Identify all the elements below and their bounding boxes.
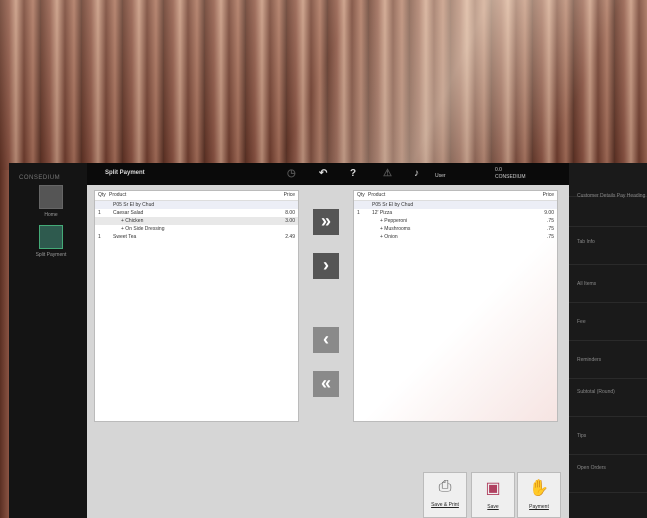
- line-product: + Chicken: [121, 218, 144, 224]
- line-price: .75: [547, 226, 554, 232]
- header-price: Price: [542, 192, 554, 198]
- order-line-row[interactable]: 1 Sweet Tea 2.49: [95, 233, 298, 241]
- line-qty: 1: [98, 234, 101, 240]
- order-line-row[interactable]: + Onion .75: [354, 233, 557, 241]
- target-order-panel: Qty Product Price P05 Sr El by Chud 1 12' …: [353, 190, 558, 422]
- order-line-row[interactable]: + Pepperoni .75: [354, 217, 557, 225]
- order-line-row[interactable]: P05 Sr El by Chud: [95, 201, 298, 209]
- chevron-right-icon: ›: [323, 255, 329, 275]
- order-line-row[interactable]: + Chicken 3.00: [95, 217, 298, 225]
- line-product: + Onion: [380, 234, 398, 240]
- line-price: 3.00: [285, 218, 295, 224]
- source-order-list: P05 Sr El by Chud 1 Caesar Salad 8.00 + Chic…: [95, 201, 298, 241]
- line-product: Sweet Tea: [113, 234, 137, 240]
- line-product: Caesar Salad: [113, 210, 144, 216]
- source-order-panel: Qty Product Price P05 Sr El by Chud 1 Caes…: [94, 190, 299, 422]
- line-price: 2.49: [285, 234, 295, 240]
- order-line-row[interactable]: + On Side Dressing: [95, 225, 298, 233]
- order-line-row[interactable]: 1 Caesar Salad 8.00: [95, 209, 298, 217]
- nav-item-split-payment[interactable]: Split Payment: [31, 225, 71, 258]
- line-price: .75: [547, 234, 554, 240]
- double-chevron-right-icon: »: [320, 211, 331, 231]
- sidebar-item-open-orders[interactable]: Open Orders: [569, 459, 647, 493]
- order-line-row[interactable]: P05 Sr El by Chud: [354, 201, 557, 209]
- split-payment-icon: [39, 225, 63, 249]
- line-product: P05 Sr El by Chud: [113, 202, 155, 208]
- left-nav: CONSEDIUM Home Split Payment: [9, 163, 87, 518]
- move-one-left-button[interactable]: ‹: [313, 327, 339, 353]
- app-window: CONSEDIUM Home Split Payment Split Payme…: [9, 163, 647, 518]
- line-qty: 1: [357, 210, 360, 216]
- header-product: Product: [368, 192, 386, 198]
- right-sidebar: Customer Details Pay Heading Tab Info Al…: [569, 163, 647, 518]
- line-product: + Mushrooms: [380, 226, 411, 232]
- line-qty: 1: [98, 210, 101, 216]
- line-product: 12' Pizza: [372, 210, 393, 216]
- chevron-left-icon: ‹: [323, 329, 329, 349]
- nav-label: Home: [44, 212, 58, 218]
- line-product: + On Side Dressing: [121, 226, 165, 232]
- payment-icon: ✋: [529, 480, 549, 497]
- background-overlay: [0, 0, 647, 170]
- undo-icon[interactable]: ↶: [319, 168, 327, 179]
- user-label[interactable]: User: [435, 173, 446, 179]
- sidebar-item-tips[interactable]: Tips: [569, 421, 647, 455]
- sidebar-item-reminders[interactable]: Reminders: [569, 347, 647, 379]
- move-all-left-button[interactable]: «: [313, 371, 339, 397]
- header-qty: Qty: [98, 192, 106, 198]
- payment-button[interactable]: ✋ Payment: [517, 472, 561, 518]
- sidebar-item-tab-info[interactable]: Tab Info: [569, 233, 647, 265]
- move-one-right-button[interactable]: ›: [313, 253, 339, 279]
- status-line2: CONSEDIUM: [495, 174, 526, 180]
- save-button[interactable]: ▣ Save: [471, 472, 515, 518]
- line-product: + Pepperoni: [380, 218, 408, 224]
- print-icon: ⎙: [438, 478, 452, 495]
- target-order-list: P05 Sr El by Chud 1 12' Pizza 9.00 + Peppero…: [354, 201, 557, 241]
- nav-label: Split Payment: [35, 252, 67, 258]
- sidebar-item-all-items[interactable]: All Items: [569, 271, 647, 303]
- help-icon[interactable]: ?: [350, 168, 356, 179]
- sidebar-item-fee[interactable]: Fee: [569, 309, 647, 341]
- move-all-right-button[interactable]: »: [313, 209, 339, 235]
- nav-item-home[interactable]: Home: [31, 185, 71, 218]
- sidebar-item-subtotal[interactable]: Subtotal (Round): [569, 383, 647, 417]
- line-price: 9.00: [544, 210, 554, 216]
- home-icon: [39, 185, 63, 209]
- page-title: Split Payment: [105, 170, 145, 176]
- action-label: Save & Print: [431, 502, 459, 508]
- bell-icon[interactable]: ♪: [414, 168, 419, 179]
- line-price: .75: [547, 218, 554, 224]
- panel-header: Qty Product Price: [354, 191, 557, 201]
- header-product: Product: [109, 192, 127, 198]
- brand-logo: CONSEDIUM: [19, 175, 61, 181]
- split-payment-content: Qty Product Price P05 Sr El by Chud 1 Caes…: [87, 185, 569, 518]
- line-product: P05 Sr El by Chud: [372, 202, 414, 208]
- alert-icon[interactable]: ⚠: [383, 168, 392, 179]
- order-line-row[interactable]: 1 12' Pizza 9.00: [354, 209, 557, 217]
- top-bar: Split Payment ◷ ↶ ? ⚠ ♪ User 0.0 CONSEDI…: [87, 163, 646, 185]
- header-price: Price: [283, 192, 295, 198]
- status-line1: 0.0: [495, 167, 502, 173]
- action-label: Payment: [529, 504, 549, 510]
- clock-icon[interactable]: ◷: [287, 168, 296, 179]
- line-price: 8.00: [285, 210, 295, 216]
- save-icon: ▣: [485, 480, 501, 497]
- order-line-row[interactable]: + Mushrooms .75: [354, 225, 557, 233]
- action-label: Save: [487, 504, 499, 510]
- header-qty: Qty: [357, 192, 365, 198]
- sidebar-item-customer-details[interactable]: Customer Details Pay Heading: [569, 189, 647, 227]
- double-chevron-left-icon: «: [320, 373, 331, 393]
- save-and-print-button[interactable]: ⎙ Save & Print: [423, 472, 467, 518]
- panel-header: Qty Product Price: [95, 191, 298, 201]
